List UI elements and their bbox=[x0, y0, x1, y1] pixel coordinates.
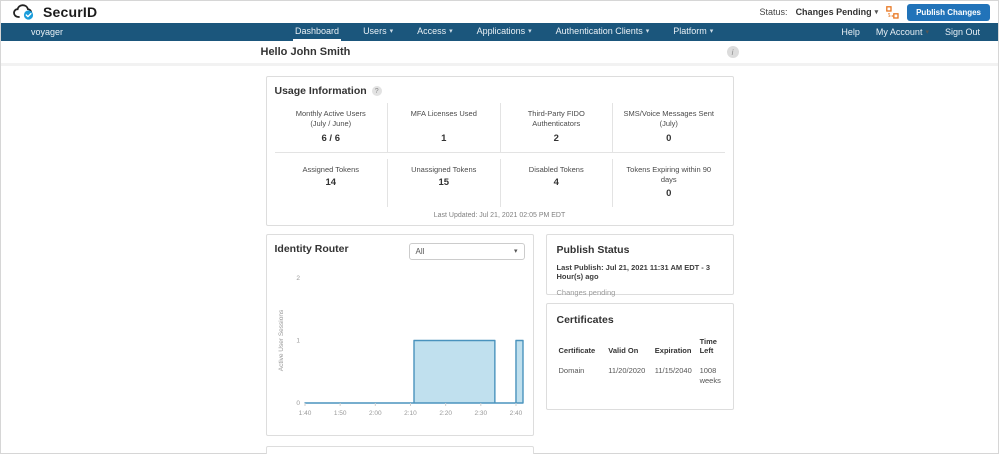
svg-text:2:00: 2:00 bbox=[368, 410, 381, 417]
status-dropdown[interactable]: Changes Pending ▾ bbox=[796, 7, 879, 17]
right-column: Publish Status Last Publish: Jul 21, 202… bbox=[545, 233, 734, 410]
page-header: Hello John Smith i bbox=[1, 41, 998, 66]
certificates-header-row: Certificate Valid On Expiration Time Lef… bbox=[558, 336, 717, 356]
svg-text:1:50: 1:50 bbox=[333, 410, 346, 417]
certificate-time-left: 1008 weeks bbox=[699, 366, 721, 385]
metric-mfa-licenses: MFA Licenses Used 1 bbox=[387, 103, 500, 153]
chevron-down-icon: ▾ bbox=[389, 27, 394, 35]
certificate-valid-on: 11/20/2020 bbox=[608, 366, 646, 375]
system-status-card: System Status bbox=[265, 445, 534, 454]
metric-sms-voice: SMS/Voice Messages Sent (July) 0 bbox=[612, 103, 725, 153]
nav-menu: Dashboard Users ▾ Access ▾ Applications … bbox=[293, 23, 715, 41]
metric-unassigned-tokens: Unassigned Tokens 15 bbox=[387, 159, 500, 207]
svg-text:1: 1 bbox=[296, 337, 300, 344]
changes-pending-text: Changes pending bbox=[556, 288, 616, 297]
help-icon[interactable]: ? bbox=[371, 86, 382, 96]
publish-changes-button[interactable]: Publish Changes bbox=[907, 3, 990, 21]
last-publish-text: Last Publish: Jul 21, 2021 11:31 AM EDT … bbox=[556, 262, 711, 282]
page-title: Hello John Smith bbox=[260, 46, 351, 58]
metric-fido-authenticators: Third-Party FIDO Authenticators 2 bbox=[499, 103, 613, 153]
certificate-name: Domain bbox=[558, 366, 585, 375]
top-bar: SecurID Status: Changes Pending ▾ Publis… bbox=[1, 1, 998, 23]
status-value: Changes Pending bbox=[795, 7, 872, 17]
usage-metrics-row1: Monthly Active Users (July / June) 6 / 6 … bbox=[274, 103, 725, 154]
active-sessions-chart: 1:40 1:50 2:00 2:10 2:20 2:30 2:40 0 1 2 Active Us… bbox=[278, 275, 524, 417]
certificates-title: Certificates bbox=[556, 313, 614, 326]
nav-utility: Help My Account ▾ Sign Out bbox=[841, 23, 998, 41]
chevron-down-icon: ▾ bbox=[709, 27, 714, 35]
metric-tokens-expiring: Tokens Expiring within 90 days 0 bbox=[612, 159, 725, 207]
securid-logo: SecurID bbox=[13, 3, 98, 21]
chevron-down-icon: ▾ bbox=[925, 28, 929, 36]
nav-item-users[interactable]: Users ▾ bbox=[361, 23, 395, 41]
svg-text:0: 0 bbox=[296, 400, 300, 407]
publish-status-card: Publish Status Last Publish: Jul 21, 202… bbox=[545, 233, 734, 297]
svg-text:2:30: 2:30 bbox=[474, 410, 487, 417]
identity-router-filter-dropdown[interactable]: All ▾ bbox=[408, 242, 525, 260]
nav-item-platform[interactable]: Platform ▾ bbox=[671, 23, 715, 41]
identity-router-title: Identity Router bbox=[274, 242, 349, 255]
svg-text:2:20: 2:20 bbox=[439, 410, 452, 417]
chevron-down-icon: ▾ bbox=[513, 247, 518, 255]
identity-router-card: Identity Router All ▾ 1:40 1:50 2:00 2:10 2:… bbox=[265, 233, 534, 436]
securid-console: SecurID Status: Changes Pending ▾ Publis… bbox=[0, 0, 999, 454]
usage-information-card: Usage Information ? Monthly Active Users… bbox=[265, 76, 734, 226]
sign-out-link[interactable]: Sign Out bbox=[945, 27, 980, 37]
metric-disabled-tokens: Disabled Tokens 4 bbox=[499, 159, 613, 207]
svg-text:2: 2 bbox=[296, 275, 300, 282]
chevron-down-icon: ▾ bbox=[528, 27, 532, 35]
main-navbar: voyager Dashboard Users ▾ Access ▾ Appli… bbox=[1, 23, 998, 41]
nav-item-dashboard[interactable]: Dashboard bbox=[293, 23, 342, 41]
my-account-dropdown[interactable]: My Account ▾ bbox=[876, 27, 929, 37]
metric-assigned-tokens: Assigned Tokens 14 bbox=[302, 165, 360, 189]
chevron-down-icon: ▾ bbox=[449, 27, 453, 35]
environment-name: voyager bbox=[31, 27, 64, 37]
nav-item-authentication-clients[interactable]: Authentication Clients ▾ bbox=[554, 23, 652, 41]
deployment-flow-icon[interactable] bbox=[886, 5, 899, 19]
svg-text:2:10: 2:10 bbox=[404, 410, 417, 417]
certificates-card: Certificates Certificate Valid On Expira… bbox=[545, 302, 734, 410]
chevron-down-icon: ▾ bbox=[874, 8, 879, 16]
svg-text:2:40: 2:40 bbox=[509, 410, 522, 417]
metric-monthly-active-users: Monthly Active Users (July / June) 6 / 6 bbox=[295, 109, 366, 145]
nav-item-applications[interactable]: Applications ▾ bbox=[475, 23, 534, 41]
usage-title: Usage Information bbox=[274, 85, 367, 97]
certificates-table: Certificate Valid On Expiration Time Lef… bbox=[557, 334, 723, 388]
dashboard-main: Usage Information ? Monthly Active Users… bbox=[265, 76, 734, 454]
cloud-logo-icon bbox=[13, 3, 34, 20]
logo-wordmark: SecurID bbox=[43, 4, 98, 20]
usage-metrics-row2: Assigned Tokens 14 Unassigned Tokens 15 … bbox=[275, 159, 725, 207]
topbar-actions: Status: Changes Pending ▾ Publish Change… bbox=[759, 3, 990, 21]
nav-item-access[interactable]: Access ▾ bbox=[415, 23, 455, 41]
svg-text:1:40: 1:40 bbox=[298, 410, 311, 417]
info-icon[interactable]: i bbox=[726, 46, 739, 58]
publish-status-title: Publish Status bbox=[556, 243, 630, 256]
table-row: Domain 11/20/2020 11/15/2040 1008 weeks bbox=[557, 359, 723, 388]
status-label: Status: bbox=[759, 7, 788, 17]
help-link[interactable]: Help bbox=[841, 27, 860, 37]
usage-last-updated: Last Updated: Jul 21, 2021 02:05 PM EDT bbox=[433, 211, 566, 219]
svg-text:Active User Sessions: Active User Sessions bbox=[278, 309, 285, 371]
chevron-down-icon: ▾ bbox=[645, 27, 650, 35]
certificate-expiration: 11/15/2040 bbox=[654, 366, 692, 375]
